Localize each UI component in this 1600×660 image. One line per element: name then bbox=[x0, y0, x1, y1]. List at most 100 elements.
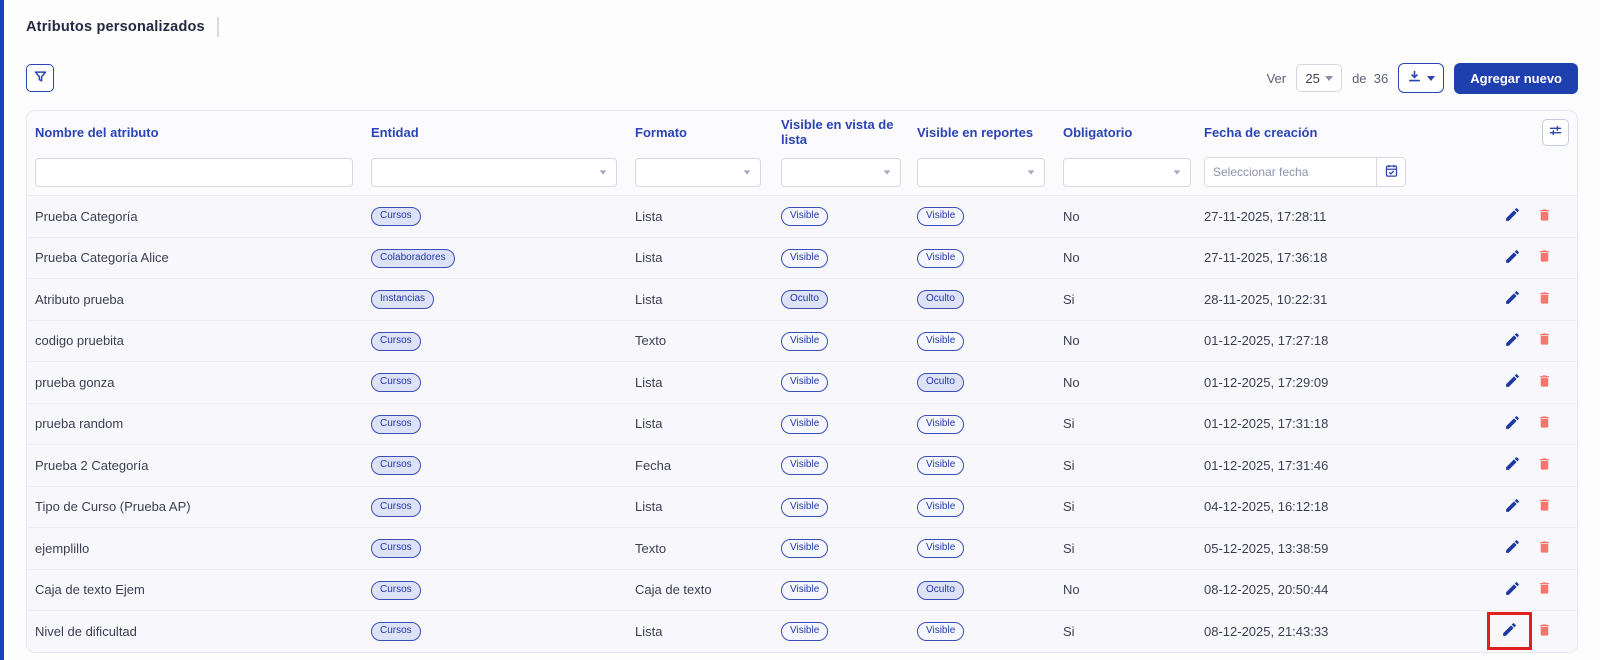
pencil-icon bbox=[1504, 538, 1521, 558]
format-filter-select[interactable] bbox=[635, 158, 761, 187]
attribute-name-cell: prueba random bbox=[35, 416, 371, 431]
toolbar: Ver 25 de 36 Agregar nuevo bbox=[26, 62, 1578, 94]
delete-button[interactable] bbox=[1534, 577, 1555, 602]
trash-icon bbox=[1537, 290, 1552, 309]
table-row: prueba gonzaCursosListaVisibleOcultoNo01… bbox=[27, 361, 1577, 403]
created-date-cell: 05-12-2025, 13:38:59 bbox=[1204, 541, 1477, 556]
page-size-value: 25 bbox=[1305, 71, 1319, 86]
edit-button[interactable] bbox=[1501, 245, 1524, 271]
created-date-cell: 04-12-2025, 16:12:18 bbox=[1204, 499, 1477, 514]
edit-button[interactable] bbox=[1501, 328, 1524, 354]
add-new-button[interactable]: Agregar nuevo bbox=[1454, 63, 1578, 94]
download-icon bbox=[1407, 69, 1422, 87]
edit-button[interactable] bbox=[1501, 494, 1524, 520]
entity-badge: Cursos bbox=[371, 581, 421, 600]
table-row: Prueba 2 CategoríaCursosFechaVisibleVisi… bbox=[27, 444, 1577, 486]
trash-icon bbox=[1537, 580, 1552, 599]
visibility-badge: Oculto bbox=[917, 581, 964, 600]
calendar-check-icon bbox=[1384, 163, 1399, 181]
visibility-badge: Visible bbox=[917, 622, 964, 641]
ver-label: Ver bbox=[1267, 71, 1287, 86]
delete-button[interactable] bbox=[1534, 287, 1555, 312]
edit-button[interactable] bbox=[1501, 452, 1524, 478]
format-cell: Lista bbox=[635, 624, 781, 639]
mandatory-filter-select[interactable] bbox=[1063, 158, 1191, 187]
custom-attributes-page: Atributos personalizados Ver 25 de 36 Ag… bbox=[4, 0, 1600, 653]
date-filter-input[interactable] bbox=[1205, 158, 1376, 186]
calendar-button[interactable] bbox=[1376, 158, 1405, 186]
pencil-icon bbox=[1504, 372, 1521, 392]
report-visibility-filter-select[interactable] bbox=[917, 158, 1045, 187]
filter-button[interactable] bbox=[26, 64, 54, 92]
visibility-badge: Visible bbox=[781, 622, 828, 641]
sliders-icon bbox=[1548, 123, 1563, 141]
column-header-format: Formato bbox=[635, 125, 781, 140]
mandatory-cell: Si bbox=[1063, 292, 1204, 307]
mandatory-cell: Si bbox=[1063, 541, 1204, 556]
chevron-down-icon bbox=[744, 170, 751, 174]
trash-icon bbox=[1537, 248, 1552, 267]
delete-button[interactable] bbox=[1534, 411, 1555, 436]
edit-button[interactable] bbox=[1501, 369, 1524, 395]
visibility-badge: Visible bbox=[781, 498, 828, 517]
edit-button[interactable] bbox=[1501, 411, 1524, 437]
edit-button[interactable] bbox=[1501, 286, 1524, 312]
table-row: Tipo de Curso (Prueba AP)CursosListaVisi… bbox=[27, 486, 1577, 528]
entity-badge: Cursos bbox=[371, 373, 421, 392]
visibility-badge: Visible bbox=[917, 207, 964, 226]
format-cell: Lista bbox=[635, 250, 781, 265]
delete-button[interactable] bbox=[1534, 494, 1555, 519]
visibility-badge: Visible bbox=[917, 456, 964, 475]
visibility-badge: Visible bbox=[781, 207, 828, 226]
entity-badge: Cursos bbox=[371, 539, 421, 558]
entity-badge: Cursos bbox=[371, 498, 421, 517]
edit-button[interactable] bbox=[1498, 618, 1521, 644]
attribute-name-cell: Atributo prueba bbox=[35, 292, 371, 307]
of-total-label: de 36 bbox=[1352, 71, 1388, 86]
page-size-select[interactable]: 25 bbox=[1296, 64, 1342, 92]
edit-button[interactable] bbox=[1501, 535, 1524, 561]
created-date-cell: 08-12-2025, 20:50:44 bbox=[1204, 582, 1477, 597]
visibility-badge: Visible bbox=[781, 539, 828, 558]
download-button[interactable] bbox=[1398, 63, 1444, 93]
delete-button[interactable] bbox=[1534, 619, 1555, 644]
mandatory-cell: Si bbox=[1063, 624, 1204, 639]
visibility-badge: Visible bbox=[781, 415, 828, 434]
column-settings-button[interactable] bbox=[1542, 119, 1569, 146]
chevron-down-icon bbox=[1028, 170, 1035, 174]
delete-button[interactable] bbox=[1534, 328, 1555, 353]
trash-icon bbox=[1537, 539, 1552, 558]
visibility-badge: Visible bbox=[917, 249, 964, 268]
list-visibility-filter-select[interactable] bbox=[781, 158, 901, 187]
entity-badge: Instancias bbox=[371, 290, 434, 309]
delete-button[interactable] bbox=[1534, 245, 1555, 270]
pencil-icon bbox=[1504, 455, 1521, 475]
table-row: Prueba Categoría AliceColaboradoresLista… bbox=[27, 237, 1577, 279]
pencil-icon bbox=[1504, 414, 1521, 434]
entity-badge: Cursos bbox=[371, 456, 421, 475]
column-header-mandatory: Obligatorio bbox=[1063, 125, 1204, 140]
table-row: Nivel de dificultadCursosListaVisibleVis… bbox=[27, 610, 1577, 652]
trash-icon bbox=[1537, 414, 1552, 433]
attribute-name-cell: prueba gonza bbox=[35, 375, 371, 390]
entity-filter-select[interactable] bbox=[371, 158, 617, 187]
date-filter bbox=[1204, 157, 1406, 187]
mandatory-cell: No bbox=[1063, 333, 1204, 348]
name-filter-input[interactable] bbox=[35, 158, 353, 187]
table-row: Caja de texto EjemCursos Caja de textoVis… bbox=[27, 569, 1577, 611]
delete-button[interactable] bbox=[1534, 370, 1555, 395]
trash-icon bbox=[1537, 622, 1552, 641]
edit-button[interactable] bbox=[1501, 577, 1524, 603]
attribute-name-cell: Caja de texto Ejem bbox=[35, 582, 371, 597]
mandatory-cell: Si bbox=[1063, 416, 1204, 431]
delete-button[interactable] bbox=[1534, 453, 1555, 478]
format-cell: Lista bbox=[635, 416, 781, 431]
attributes-table: Nombre del atributo Entidad Formato Visi… bbox=[26, 110, 1578, 653]
visibility-badge: Visible bbox=[781, 581, 828, 600]
edit-button[interactable] bbox=[1501, 203, 1524, 229]
format-cell: Caja de texto bbox=[635, 582, 781, 597]
toolbar-right: Ver 25 de 36 Agregar nuevo bbox=[1267, 63, 1578, 94]
delete-button[interactable] bbox=[1534, 536, 1555, 561]
attribute-name-cell: Nivel de dificultad bbox=[35, 624, 371, 639]
delete-button[interactable] bbox=[1534, 204, 1555, 229]
